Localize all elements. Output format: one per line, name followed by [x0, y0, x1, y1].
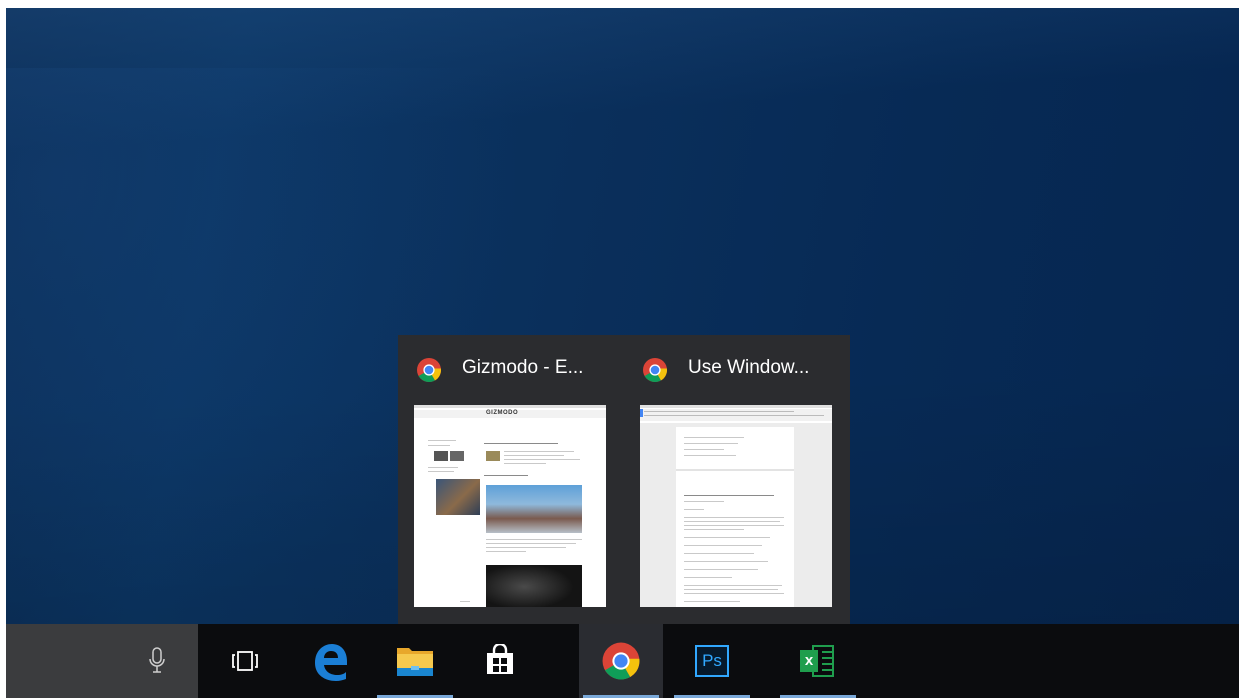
chrome-icon [602, 642, 640, 680]
task-view-icon [232, 651, 258, 671]
store-icon [487, 644, 513, 674]
thumbnail-image [436, 479, 480, 515]
window-preview-gizmodo[interactable]: Gizmodo - E... GIZMODO [398, 335, 624, 624]
excel-button[interactable]: x [776, 624, 860, 698]
photoshop-icon: Ps [695, 645, 729, 677]
photoshop-button[interactable]: Ps [670, 624, 754, 698]
chrome-icon [417, 358, 441, 383]
store-button[interactable] [458, 624, 542, 698]
thumbnail-image [486, 565, 582, 607]
excel-icon: x [800, 645, 836, 677]
window-thumbnail: GIZMODO [414, 405, 606, 607]
task-view-button[interactable] [203, 624, 287, 698]
site-header: GIZMODO [486, 410, 519, 416]
chrome-button[interactable] [579, 624, 663, 698]
window-preview-header: Gizmodo - E... [416, 355, 616, 383]
folder-icon [397, 648, 433, 676]
excel-label: x [804, 652, 814, 669]
edge-icon [315, 644, 347, 681]
window-preview-header: Use Window... [642, 355, 842, 383]
window-thumbnail [640, 405, 832, 607]
window-preview-title: Use Window... [688, 357, 810, 378]
edge-button[interactable] [288, 624, 372, 698]
thumbnail-image [486, 485, 582, 533]
photoshop-label: Ps [702, 651, 722, 670]
microphone-icon[interactable] [148, 646, 166, 676]
window-preview-title: Gizmodo - E... [462, 357, 584, 378]
window-preview-use-windows[interactable]: Use Window... [624, 335, 850, 624]
taskbar-preview-flyout: Gizmodo - E... GIZMODO Use Window... [398, 335, 850, 624]
chrome-icon [643, 358, 667, 383]
taskbar: Ps x [6, 624, 1239, 698]
cortana-search-box[interactable] [6, 624, 198, 698]
file-explorer-button[interactable] [373, 624, 457, 698]
